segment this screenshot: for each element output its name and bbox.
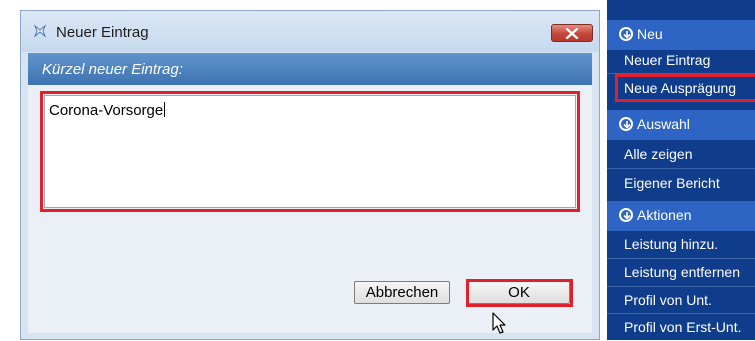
- panel-item-alle-zeigen[interactable]: Alle zeigen: [624, 146, 693, 162]
- text-caret: [164, 102, 166, 117]
- section-header-auswahl[interactable]: Auswahl: [607, 110, 755, 140]
- divider: [607, 286, 755, 287]
- cancel-button[interactable]: Abbrechen: [354, 281, 450, 304]
- circle-arrow-down-icon: [619, 208, 633, 222]
- panel-item-neue-auspraegung[interactable]: Neue Ausprägung: [624, 80, 736, 96]
- section-header-aktionen[interactable]: Aktionen: [607, 201, 755, 231]
- circle-arrow-down-icon: [619, 27, 633, 41]
- app-icon: [33, 24, 47, 38]
- separator: [600, 0, 607, 340]
- section-label: Neu: [637, 26, 663, 42]
- actions-panel: Neu Neuer Eintrag Neue Ausprägung Auswah…: [607, 0, 755, 340]
- dialog-title: Neuer Eintrag: [56, 24, 149, 41]
- mouse-pointer-icon: [492, 312, 508, 341]
- panel-item-eigener-bericht[interactable]: Eigener Bericht: [624, 175, 720, 191]
- entry-textarea[interactable]: Corona-Vorsorge: [44, 95, 576, 208]
- close-button[interactable]: [551, 24, 593, 42]
- ok-button[interactable]: OK: [468, 281, 570, 304]
- close-icon: [565, 28, 579, 39]
- section-label: Auswahl: [637, 116, 690, 132]
- panel-item-leistung-entfernen[interactable]: Leistung entfernen: [624, 264, 740, 280]
- dialog-header-band: Kürzel neuer Eintrag:: [28, 53, 592, 85]
- panel-item-profil-von-erst-unt[interactable]: Profil von Erst-Unt.: [624, 319, 741, 335]
- section-header-neu[interactable]: Neu: [607, 20, 755, 50]
- dialog-window: Neuer Eintrag Kürzel neuer Eintrag: Coro…: [20, 10, 600, 340]
- panel-item-neuer-eintrag[interactable]: Neuer Eintrag: [624, 52, 710, 68]
- divider: [607, 168, 755, 169]
- divider: [607, 73, 755, 74]
- dialog-body: Corona-Vorsorge Abbrechen OK: [28, 85, 592, 333]
- dialog-titlebar[interactable]: Neuer Eintrag: [21, 11, 599, 52]
- section-label: Aktionen: [637, 207, 692, 223]
- divider: [607, 258, 755, 259]
- panel-item-leistung-hinzu[interactable]: Leistung hinzu.: [624, 236, 718, 252]
- entry-value: Corona-Vorsorge: [49, 102, 166, 119]
- divider: [607, 313, 755, 314]
- field-label: Kürzel neuer Eintrag:: [42, 61, 183, 78]
- circle-arrow-down-icon: [619, 117, 633, 131]
- panel-item-profil-von-unt[interactable]: Profil von Unt.: [624, 292, 712, 308]
